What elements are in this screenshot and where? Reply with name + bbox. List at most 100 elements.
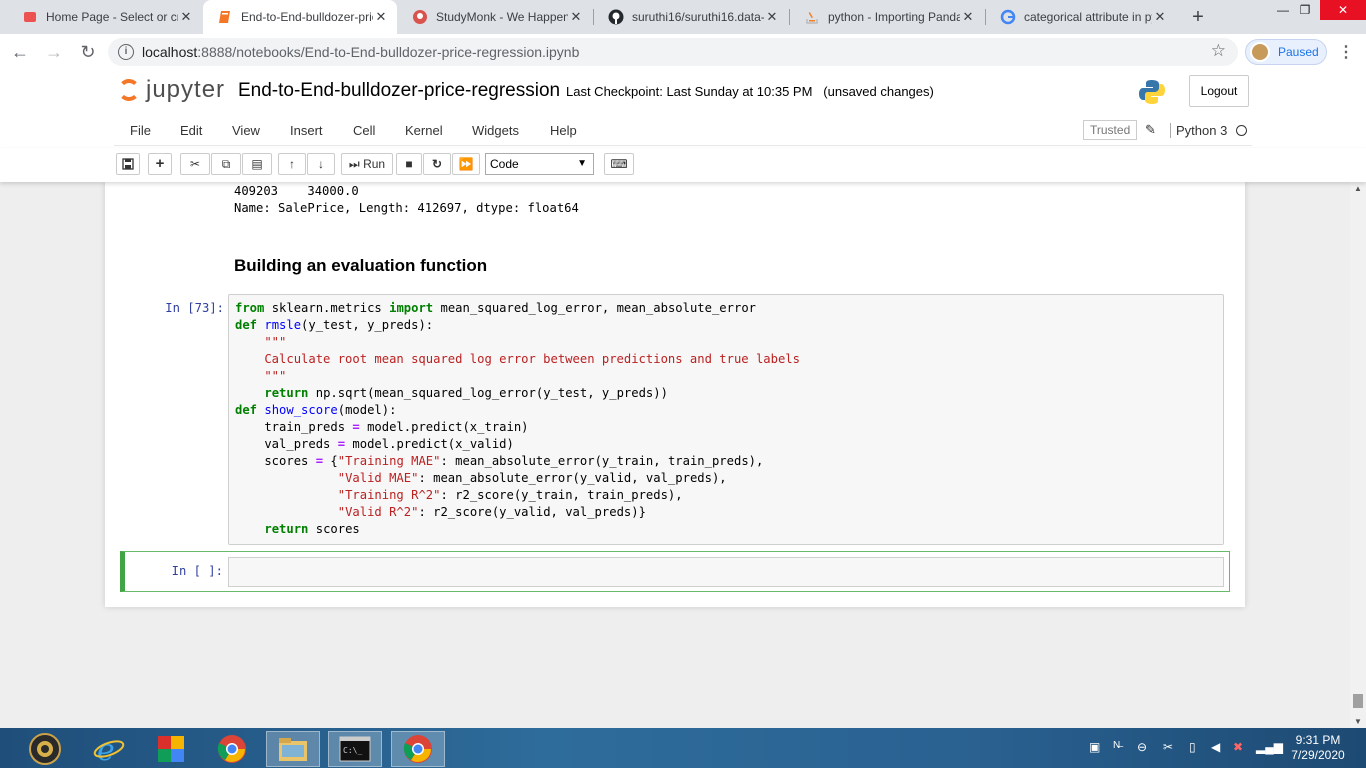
- code-line: "Valid MAE": mean_absolute_error(y_valid…: [337, 471, 727, 485]
- svg-text:C:\_: C:\_: [343, 746, 362, 755]
- tab-studymonk[interactable]: StudyMonk - We Happen to Teach ✕: [398, 0, 592, 34]
- browser-menu-icon[interactable]: ⋮: [1338, 42, 1354, 62]
- scrollbar-thumb[interactable]: [1353, 694, 1363, 708]
- browser-tab-strip: Home Page - Select or create a ✕ End-to-…: [0, 0, 1366, 34]
- start-button[interactable]: [18, 731, 72, 767]
- code-line: "Valid R^2": r2_score(y_valid, val_preds…: [337, 505, 646, 519]
- jupyter-logo[interactable]: jupyter: [118, 76, 225, 104]
- menu-cell[interactable]: Cell: [353, 123, 375, 138]
- tray-tools-icon[interactable]: ✂: [1163, 740, 1173, 754]
- menu-file[interactable]: File: [130, 123, 151, 138]
- tab-title: categorical attribute in python: [1024, 10, 1152, 24]
- browser-toolbar: ← → ↻ i localhost:8888/notebooks/End-to-…: [0, 34, 1366, 70]
- menu-insert[interactable]: Insert: [290, 123, 323, 138]
- url-path: :8888/notebooks/End-to-End-bulldozer-pri…: [197, 44, 580, 60]
- code-line: def show_score(model):: [235, 403, 397, 417]
- scroll-up-icon[interactable]: ▲: [1350, 184, 1366, 193]
- tab-home-page[interactable]: Home Page - Select or create a ✕: [8, 0, 202, 34]
- pencil-icon[interactable]: ✎: [1145, 122, 1156, 138]
- tab-title: Home Page - Select or create a: [46, 10, 178, 24]
- cut-icon[interactable]: ✂: [180, 153, 210, 175]
- menu-view[interactable]: View: [232, 123, 260, 138]
- stackoverflow-icon: [804, 9, 820, 25]
- restore-window-button[interactable]: ❐: [1288, 0, 1322, 20]
- close-tab-icon[interactable]: ✕: [1152, 9, 1168, 25]
- tray-network-warning-icon[interactable]: ✖: [1233, 740, 1243, 754]
- code-line: """: [235, 335, 287, 349]
- close-tab-icon[interactable]: ✕: [568, 9, 584, 25]
- menu-help[interactable]: Help: [550, 123, 577, 138]
- back-arrow-icon[interactable]: ←: [8, 40, 32, 64]
- tray-language-icon[interactable]: N̶: [1113, 740, 1120, 751]
- windows-taskbar: e C:\_ ▣ N̶ ⊖ ✂ ▯ ◀ ✖ ▂▄▆ 9:31 PM 7/29/2…: [0, 728, 1366, 768]
- avatar: [1250, 42, 1270, 62]
- profile-status: Paused: [1278, 45, 1319, 59]
- tray-chat-icon[interactable]: ▣: [1089, 740, 1100, 754]
- close-tab-icon[interactable]: ✕: [960, 9, 976, 25]
- restart-icon[interactable]: ↻: [423, 153, 451, 175]
- insert-cell-icon[interactable]: +: [148, 153, 172, 175]
- tray-battery-icon[interactable]: ▯: [1189, 740, 1196, 754]
- trusted-indicator[interactable]: Trusted: [1083, 120, 1138, 140]
- new-tab-button[interactable]: +: [1186, 5, 1210, 29]
- kernel-name: Python 3: [1170, 123, 1227, 138]
- keyboard-icon[interactable]: ⌨: [604, 153, 634, 175]
- tab-google-search[interactable]: categorical attribute in python ✕: [986, 0, 1176, 34]
- tray-volume-icon[interactable]: ◀: [1211, 740, 1220, 754]
- notebook-area: 409203 34000.0 Name: SalePrice, Length: …: [0, 182, 1354, 728]
- menu-kernel[interactable]: Kernel: [405, 123, 443, 138]
- forward-arrow-icon[interactable]: →: [42, 40, 66, 64]
- clock-time: 9:31 PM: [1295, 733, 1341, 747]
- menu-edit[interactable]: Edit: [180, 123, 202, 138]
- interrupt-icon[interactable]: ■: [396, 153, 422, 175]
- games-icon[interactable]: [144, 731, 198, 767]
- cell-type-select[interactable]: Code ▼: [485, 153, 594, 175]
- move-down-icon[interactable]: ↓: [307, 153, 335, 175]
- close-tab-icon[interactable]: ✕: [764, 9, 780, 25]
- code-line: def rmsle(y_test, y_preds):: [235, 318, 434, 332]
- file-explorer-icon[interactable]: [266, 731, 320, 767]
- tray-minus-icon[interactable]: ⊖: [1137, 740, 1147, 754]
- move-up-icon[interactable]: ↑: [278, 153, 306, 175]
- tab-github[interactable]: suruthi16/suruthi16.data-science ✕: [594, 0, 788, 34]
- page-scrollbar[interactable]: ▲ ▼: [1350, 182, 1366, 728]
- close-tab-icon[interactable]: ✕: [373, 9, 389, 25]
- chrome-icon[interactable]: [205, 731, 259, 767]
- tab-stackoverflow[interactable]: python - Importing Pandas gives ✕: [790, 0, 984, 34]
- code-line: Calculate root mean squared log error be…: [235, 352, 800, 366]
- paste-icon[interactable]: ▤: [242, 153, 272, 175]
- url-text[interactable]: localhost:8888/notebooks/End-to-End-bull…: [142, 44, 579, 60]
- internet-explorer-icon[interactable]: e: [82, 731, 136, 767]
- save-icon[interactable]: [116, 153, 140, 175]
- run-button[interactable]: ⏭ Run: [341, 153, 393, 175]
- url-host: localhost: [142, 44, 198, 60]
- code-line: return np.sqrt(mean_squared_log_error(y_…: [264, 386, 668, 400]
- selected-empty-cell[interactable]: In [ ]:: [120, 551, 1230, 592]
- code-line: from sklearn.metrics import mean_squared…: [235, 301, 756, 315]
- output-line: Name: SalePrice, Length: 412697, dtype: …: [234, 201, 579, 215]
- close-tab-icon[interactable]: ✕: [178, 9, 194, 25]
- taskbar-clock[interactable]: 9:31 PM 7/29/2020: [1278, 733, 1358, 763]
- code-line: scores = {"Training MAE": mean_absolute_…: [235, 454, 764, 468]
- menu-widgets[interactable]: Widgets: [472, 123, 519, 138]
- logout-button[interactable]: Logout: [1189, 75, 1249, 107]
- tab-title: suruthi16/suruthi16.data-science: [632, 10, 764, 24]
- chrome-active-icon[interactable]: [391, 731, 445, 767]
- notebook-name[interactable]: End-to-End-bulldozer-price-regression: [238, 80, 560, 102]
- fast-forward-icon[interactable]: ⏩: [452, 153, 480, 175]
- code-line: train_preds = model.predict(x_train): [235, 420, 529, 434]
- profile-button[interactable]: Paused: [1245, 39, 1327, 65]
- reload-icon[interactable]: ↻: [76, 40, 100, 64]
- copy-icon[interactable]: ⧉: [211, 153, 241, 175]
- bookmark-star-icon[interactable]: ☆: [1211, 41, 1226, 61]
- code-cell-input[interactable]: from sklearn.metrics import mean_squared…: [228, 294, 1224, 545]
- command-prompt-icon[interactable]: C:\_: [328, 731, 382, 767]
- close-window-button[interactable]: ✕: [1320, 0, 1366, 20]
- google-icon: [1000, 9, 1016, 25]
- code-cell-input[interactable]: [228, 557, 1224, 587]
- address-bar[interactable]: i localhost:8888/notebooks/End-to-End-bu…: [108, 38, 1238, 66]
- cell-prompt: In [ ]:: [171, 564, 223, 578]
- scroll-down-icon[interactable]: ▼: [1350, 717, 1366, 726]
- tab-notebook[interactable]: End-to-End-bulldozer-price-regression ✕: [203, 0, 397, 34]
- info-icon[interactable]: i: [118, 44, 134, 60]
